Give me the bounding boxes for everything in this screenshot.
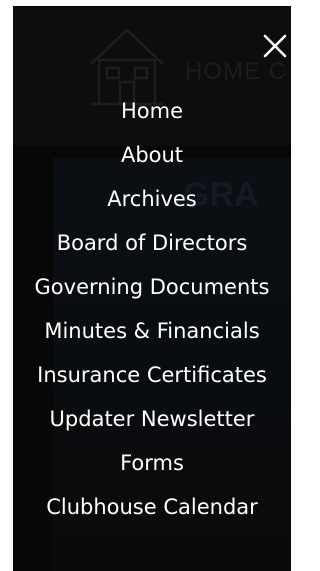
main-nav-menu: Home About Archives Board of Directors G…	[13, 89, 291, 529]
menu-item-clubhouse-calendar[interactable]: Clubhouse Calendar	[13, 485, 291, 529]
menu-item-governing-documents[interactable]: Governing Documents	[13, 265, 291, 309]
close-icon[interactable]	[261, 32, 289, 60]
menu-item-forms[interactable]: Forms	[13, 441, 291, 485]
menu-item-archives[interactable]: Archives	[13, 177, 291, 221]
menu-item-insurance-certificates[interactable]: Insurance Certificates	[13, 353, 291, 397]
page-frame: HOME C GRA Home About Archives Board of …	[0, 0, 291, 571]
menu-item-about[interactable]: About	[13, 133, 291, 177]
menu-item-updater-newsletter[interactable]: Updater Newsletter	[13, 397, 291, 441]
menu-item-minutes-financials[interactable]: Minutes & Financials	[13, 309, 291, 353]
mobile-menu-overlay: HOME C GRA Home About Archives Board of …	[13, 6, 291, 571]
menu-item-board-of-directors[interactable]: Board of Directors	[13, 221, 291, 265]
menu-item-home[interactable]: Home	[13, 89, 291, 133]
